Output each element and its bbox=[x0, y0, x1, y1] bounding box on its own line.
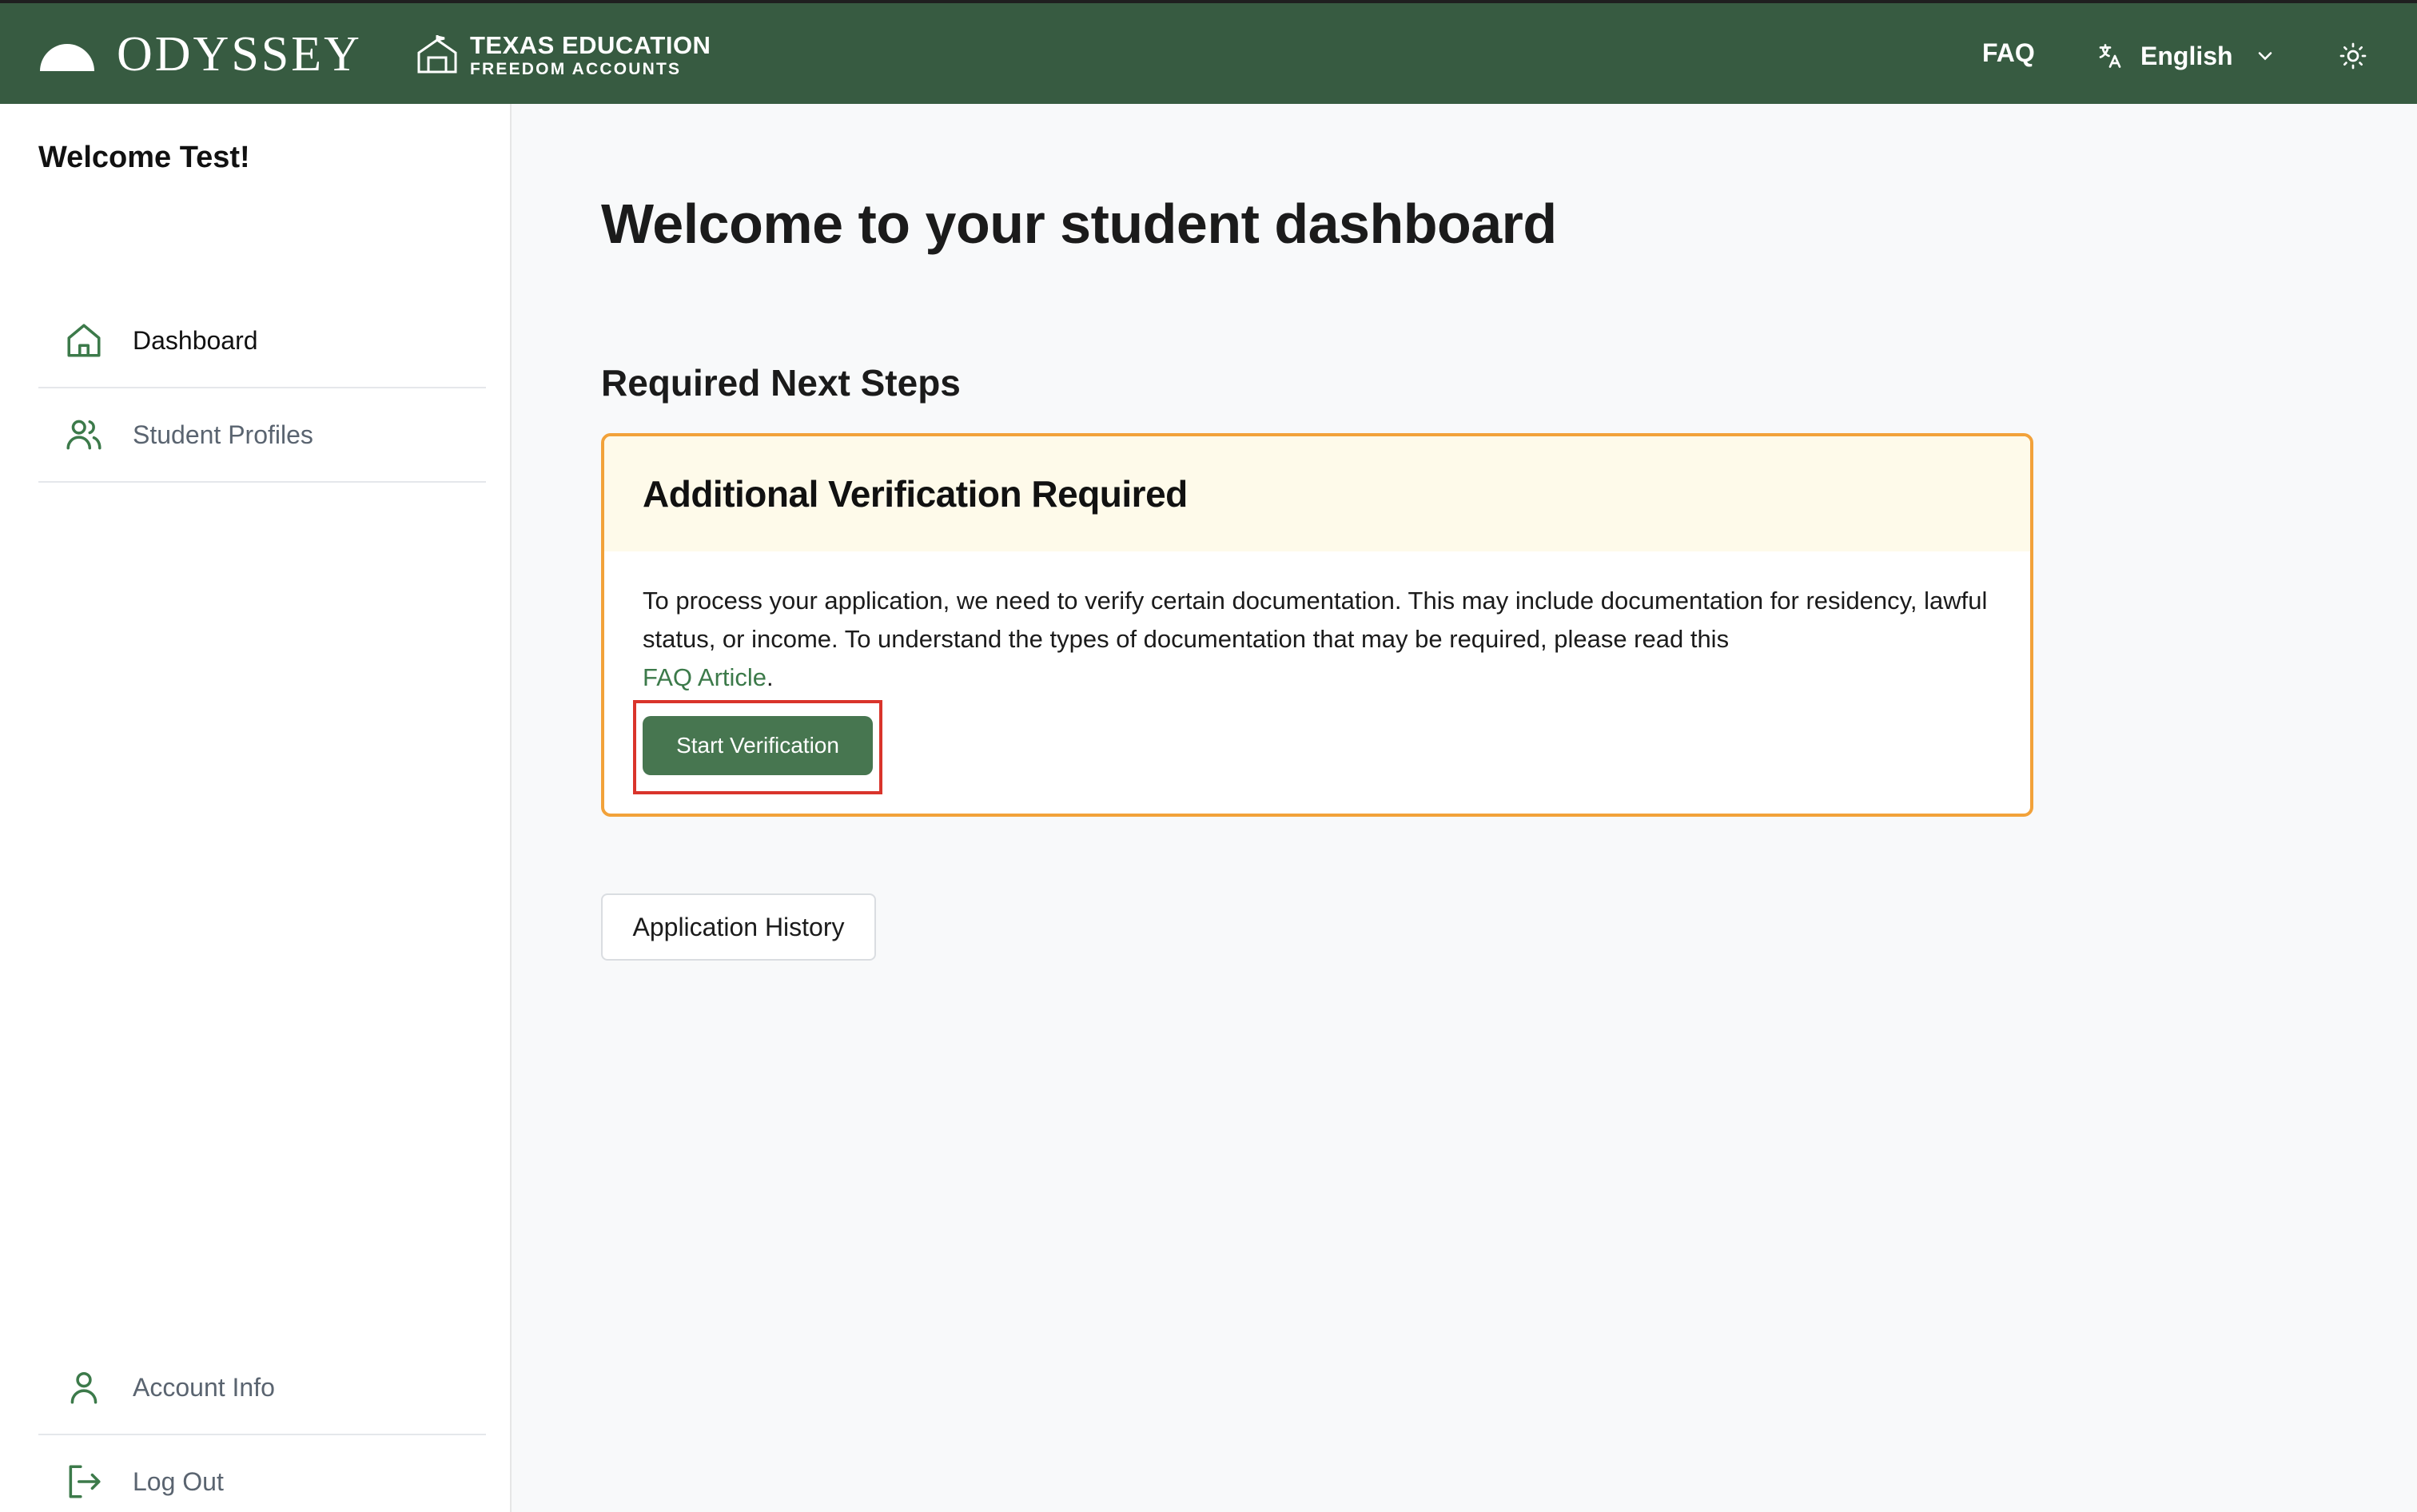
card-body: To process your application, we need to … bbox=[604, 551, 2030, 697]
brand-name: ODYSSEY bbox=[117, 27, 362, 82]
odyssey-logo-icon bbox=[40, 44, 94, 71]
sidebar-item-label: Log Out bbox=[133, 1466, 224, 1496]
schoolhouse-icon bbox=[417, 35, 457, 74]
application-history-button[interactable]: Application History bbox=[601, 893, 876, 961]
faq-article-link[interactable]: FAQ Article bbox=[643, 663, 767, 691]
sidebar-item-account-info[interactable]: Account Info bbox=[38, 1341, 486, 1435]
top-header: ODYSSEY TEXAS EDUCATION FREEDOM ACCOUNTS… bbox=[0, 0, 2417, 104]
language-selector[interactable]: English bbox=[2096, 35, 2276, 77]
sidebar-item-log-out[interactable]: Log Out bbox=[38, 1435, 486, 1512]
chevron-down-icon bbox=[2258, 52, 2272, 61]
card-body-text: To process your application, we need to … bbox=[643, 587, 1988, 653]
sidebar-item-dashboard[interactable]: Dashboard bbox=[38, 294, 486, 388]
translate-icon bbox=[2099, 44, 2121, 68]
home-icon bbox=[67, 324, 101, 357]
faq-link[interactable]: FAQ bbox=[1982, 38, 2035, 68]
section-title: Required Next Steps bbox=[601, 362, 961, 404]
sidebar-item-label: Dashboard bbox=[133, 325, 258, 355]
language-label: English bbox=[2140, 41, 2233, 70]
sidebar-item-label: Account Info bbox=[133, 1372, 275, 1402]
sidebar-item-label: Student Profiles bbox=[133, 420, 313, 449]
start-verification-button[interactable]: Start Verification bbox=[643, 716, 873, 775]
partner-line2: FREEDOM ACCOUNTS bbox=[470, 60, 682, 78]
card-header: Additional Verification Required bbox=[604, 436, 2030, 551]
card-title: Additional Verification Required bbox=[643, 473, 1188, 515]
logout-icon bbox=[69, 1465, 101, 1498]
user-icon bbox=[70, 1371, 98, 1404]
welcome-greeting: Welcome Test! bbox=[38, 141, 250, 174]
sidebar-item-student-profiles[interactable]: Student Profiles bbox=[38, 388, 486, 483]
partner-line1: TEXAS EDUCATION bbox=[470, 31, 711, 59]
card-body-suffix: . bbox=[767, 663, 774, 691]
users-icon bbox=[66, 420, 102, 450]
sidebar: Welcome Test! Dashboard Student Profiles… bbox=[0, 104, 512, 1512]
texas-efa-logo: TEXAS EDUCATION FREEDOM ACCOUNTS bbox=[414, 30, 711, 80]
page-title: Welcome to your student dashboard bbox=[601, 193, 1557, 255]
odyssey-logo[interactable]: ODYSSEY bbox=[38, 27, 362, 82]
sun-icon[interactable] bbox=[2339, 42, 2367, 70]
